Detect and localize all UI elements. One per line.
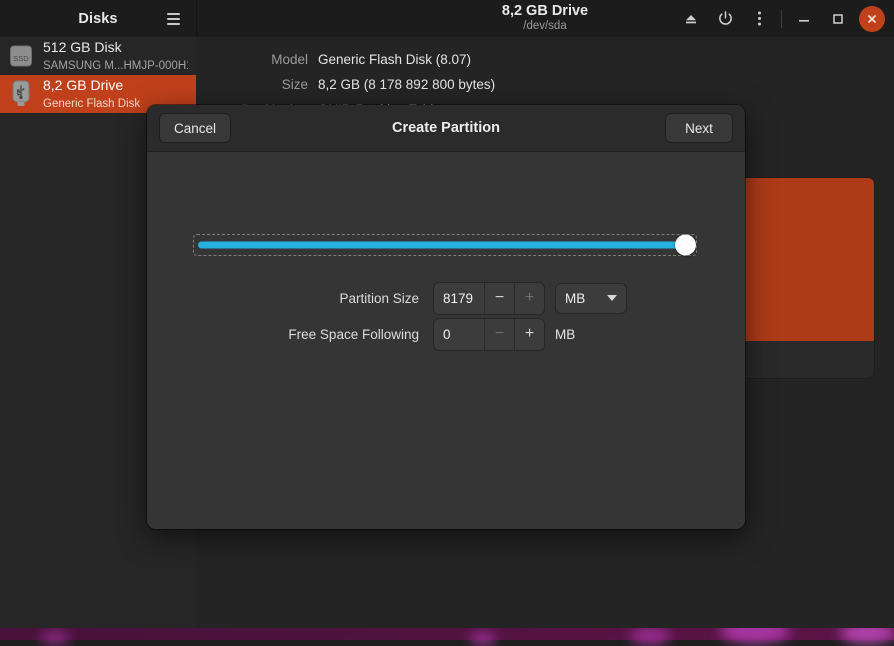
cancel-button[interactable]: Cancel: [159, 113, 232, 143]
window-controls: [674, 0, 888, 37]
minimize-icon[interactable]: [787, 4, 821, 34]
create-partition-dialog: Cancel Create Partition Next Partition S…: [147, 105, 745, 529]
sidebar-item-text: 512 GB Disk SAMSUNG M...HMJP-000H1: [43, 39, 188, 73]
power-icon[interactable]: [708, 4, 742, 34]
sidebar-item-512gb-disk[interactable]: SSD 512 GB Disk SAMSUNG M...HMJP-000H1: [0, 37, 196, 75]
hamburger-menu-icon[interactable]: [160, 7, 186, 31]
chevron-down-icon: [607, 295, 617, 301]
free-space-following-row: Free Space Following 0 − + MB: [147, 317, 745, 351]
info-value: 8,2 GB (8 178 892 800 bytes): [318, 77, 496, 92]
more-options-icon[interactable]: [742, 4, 776, 34]
info-label: Size: [281, 77, 308, 92]
app-title: Disks: [78, 10, 118, 27]
info-value: Generic Flash Disk (8.07): [318, 52, 472, 67]
disks-application-window: Disks 8,2 GB Drive /dev/sda SSD 512 GB D…: [0, 0, 894, 628]
free-space-stepper[interactable]: 0 − +: [433, 317, 545, 351]
titlebar: Disks 8,2 GB Drive /dev/sda: [0, 0, 894, 38]
disk-subtitle: Generic Flash Disk: [43, 98, 141, 110]
disk-name: 8,2 GB Drive: [43, 77, 124, 93]
free-space-decrement-button: −: [484, 318, 514, 350]
disk-name: 512 GB Disk: [43, 39, 122, 55]
info-label: Model: [271, 52, 308, 67]
next-button[interactable]: Next: [665, 113, 733, 143]
partition-size-decrement-button[interactable]: −: [484, 282, 514, 314]
window-header: 8,2 GB Drive /dev/sda: [196, 0, 894, 37]
info-row-size: Size 8,2 GB (8 178 892 800 bytes): [196, 72, 894, 97]
svg-text:SSD: SSD: [13, 54, 29, 63]
partition-size-label: Partition Size: [339, 290, 419, 306]
eject-icon[interactable]: [674, 4, 708, 34]
partition-size-stepper[interactable]: 8179 − +: [433, 281, 545, 315]
free-space-input[interactable]: 0: [434, 319, 484, 350]
dialog-title: Create Partition: [392, 120, 500, 136]
partition-size-unit-select[interactable]: MB: [555, 282, 627, 314]
partition-size-increment-button: +: [514, 282, 544, 314]
info-row-model: Model Generic Flash Disk (8.07): [196, 47, 894, 72]
partition-size-input[interactable]: 8179: [434, 283, 484, 314]
partition-size-row: Partition Size 8179 − + MB: [147, 281, 745, 315]
menu-bar-2: [166, 18, 180, 20]
usb-drive-icon: [8, 79, 34, 109]
slider-fill: [198, 241, 692, 249]
menu-bar-3: [166, 23, 180, 25]
maximize-icon[interactable]: [821, 4, 855, 34]
free-space-unit-label: MB: [555, 326, 576, 342]
disk-subtitle: SAMSUNG M...HMJP-000H1: [43, 60, 188, 72]
slider-handle[interactable]: [675, 234, 696, 256]
dialog-headerbar: Cancel Create Partition Next: [147, 105, 745, 152]
free-space-increment-button[interactable]: +: [514, 318, 544, 350]
sidebar-header: Disks: [0, 0, 197, 37]
menu-bar-1: [166, 13, 180, 15]
dialog-body: Partition Size 8179 − + MB Free Space Fo…: [147, 152, 745, 529]
controls-separator: [781, 9, 782, 28]
ssd-drive-icon: SSD: [8, 41, 34, 71]
free-space-following-label: Free Space Following: [288, 326, 419, 342]
partition-size-unit-value: MB: [565, 290, 586, 306]
close-icon[interactable]: [859, 5, 885, 32]
partition-size-slider[interactable]: [193, 234, 697, 256]
